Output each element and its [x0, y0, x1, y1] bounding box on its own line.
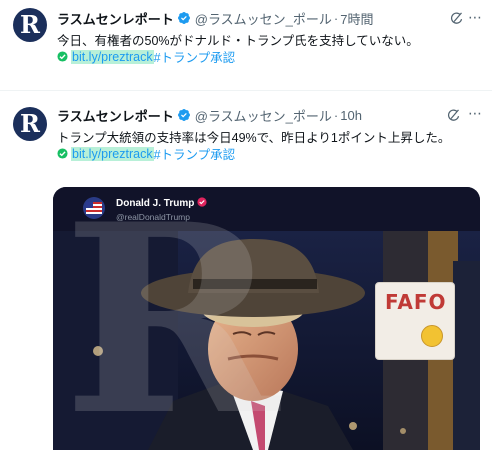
hashtag-link[interactable]: #トランプ承認	[154, 47, 236, 66]
fafo-sign: FAFO	[375, 282, 455, 360]
more-icon[interactable]: ⋯	[468, 9, 483, 26]
tweet-link-line: bit.ly/preztrack #トランプ承認	[57, 47, 235, 66]
tracker-link[interactable]: bit.ly/preztrack	[71, 146, 154, 161]
watermark-logo: R	[63, 187, 280, 450]
grok-icon[interactable]	[446, 108, 461, 123]
separator-dot: ·	[333, 10, 339, 26]
tweet-link-line: bit.ly/preztrack #トランプ承認	[57, 144, 235, 163]
author-handle[interactable]: @ラスムッセン_ポール	[195, 9, 332, 28]
author-name[interactable]: ラスムセンレポート	[57, 9, 174, 28]
check-circle-icon	[57, 51, 68, 62]
verified-badge-icon	[177, 109, 190, 121]
avatar[interactable]: R	[13, 8, 47, 42]
scrollbar[interactable]	[483, 50, 490, 90]
check-circle-icon	[57, 148, 68, 159]
timestamp[interactable]: 7時間	[340, 9, 373, 28]
tweet-header: ラスムセンレポート @ラスムッセン_ポール · 10h	[57, 106, 362, 124]
author-name[interactable]: ラスムセンレポート	[57, 106, 174, 125]
avatar-letter: R	[20, 109, 40, 138]
tweet-header: ラスムセンレポート @ラスムッセン_ポール · 7時間	[57, 9, 374, 27]
smiley-icon	[421, 325, 443, 347]
separator-dot: ·	[333, 107, 339, 123]
fafo-sign-text: FAFO	[385, 290, 447, 314]
timestamp[interactable]: 10h	[340, 108, 362, 123]
hashtag-link[interactable]: #トランプ承認	[154, 144, 236, 163]
grok-icon[interactable]	[449, 11, 464, 26]
tracker-link[interactable]: bit.ly/preztrack	[71, 49, 154, 64]
more-icon[interactable]: ⋯	[468, 105, 483, 122]
avatar[interactable]: R	[13, 107, 47, 141]
verified-badge-icon	[177, 12, 190, 24]
tweet-media-image[interactable]: Donald J. Trump @realDonaldTrump R FAFO	[53, 187, 480, 450]
tweet-2[interactable]: R ラスムセンレポート @ラスムッセン_ポール · 10h ⋯ トランプ大統領の…	[0, 90, 492, 450]
avatar-letter: R	[20, 10, 40, 39]
author-handle[interactable]: @ラスムッセン_ポール	[195, 106, 332, 125]
tweet-1[interactable]: R ラスムセンレポート @ラスムッセン_ポール · 7時間 ⋯ 今日、有権者の5…	[0, 0, 492, 90]
